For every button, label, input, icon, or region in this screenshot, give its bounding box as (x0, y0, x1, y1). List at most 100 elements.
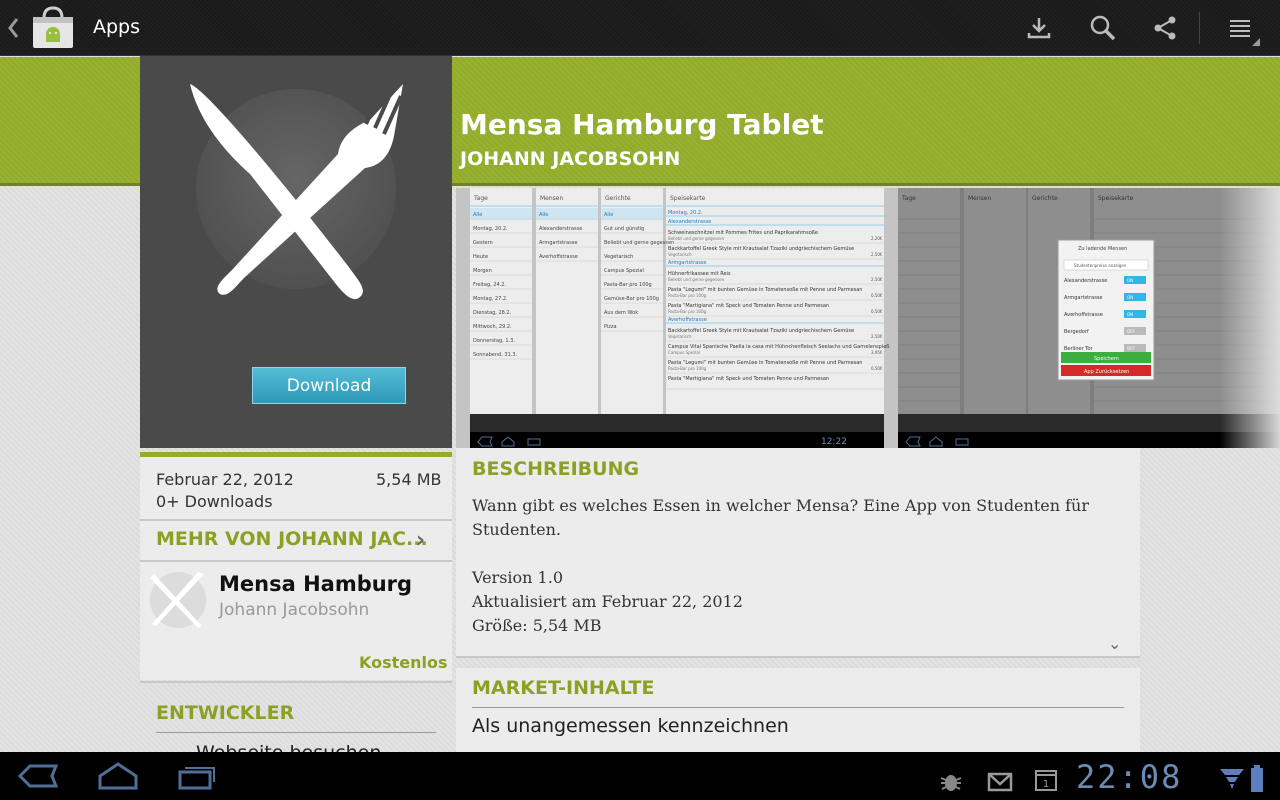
release-date: Februar 22, 2012 (156, 470, 294, 489)
screenshot-dish-category: Pasta-Bar pro 100g (604, 282, 652, 288)
info-card (140, 457, 452, 680)
screenshot-day-item: Dienstag, 28.2. (473, 310, 512, 316)
divider (140, 681, 452, 683)
share-icon (1154, 16, 1176, 40)
screenshot-dish-category: Gemüse-Bar pro 100g (604, 296, 659, 302)
screenshot-day-item: Sonnabend, 31.3. (473, 352, 518, 358)
recent-apps-icon[interactable] (176, 760, 220, 792)
screenshot-save-label: Speichern (1094, 356, 1119, 362)
screenshot-1[interactable]: Tage Mensen Gerichte Speisekarte Alle Montag,… (456, 188, 906, 448)
screenshot-column-header: Gerichte (605, 195, 631, 202)
screenshot-dish-category: Alle (604, 212, 613, 218)
screenshot-mensa-item: Averhoffstrasse (539, 254, 578, 260)
screenshot-day-item: Donnerstag, 1.3. (473, 338, 515, 344)
screenshot-dialog-toggle-state: OFF (1127, 329, 1135, 334)
screenshot-menu-item-category: Pasta-Bar pro 100g (668, 309, 707, 314)
screenshot-day-item: Mittwoch, 29.2. (473, 324, 512, 330)
screenshot-day-item: Gestern (473, 240, 493, 246)
screenshot-menu-item-price: 0,50€ (871, 366, 883, 371)
overflow-menu-button[interactable] (1218, 8, 1262, 48)
screenshot-mensa-item: Armgartstrasse (539, 240, 577, 246)
download-button[interactable] (1017, 8, 1061, 48)
screenshot-menu-item-category: Pasta-Bar pro 100g (668, 293, 707, 298)
screenshot-action-row (470, 414, 884, 432)
download-button[interactable]: Download (252, 367, 406, 404)
screenshot-day-item: Freitag, 24.2. (473, 282, 506, 288)
download-icon (1027, 18, 1051, 39)
screenshot-day-item: Montag, 20.2. (473, 226, 508, 232)
up-chevron-icon[interactable] (4, 14, 22, 42)
screenshot-column-header: Speisekarte (670, 195, 706, 202)
divider (456, 656, 1140, 658)
screenshot-day-item: Morgen (473, 268, 492, 274)
screenshot-menu-item: Campus Vital Spanische Paella la casa mi… (668, 344, 889, 350)
screenshot-column-header: Tage (901, 195, 916, 202)
description-line: Größe: 5,54 MB (472, 616, 602, 635)
screenshot-dialog-toggle-label: Alexanderstrasse (1064, 278, 1107, 284)
screenshot-column-header: Gerichte (1032, 195, 1058, 202)
flag-inappropriate-link[interactable]: Als unangemessen kennzeichnen (472, 715, 789, 737)
download-count: 0+ Downloads (156, 492, 273, 511)
screenshot-dish-category: Vegetarisch (604, 254, 633, 260)
cutlery-icon (190, 84, 403, 300)
share-button[interactable] (1143, 8, 1187, 48)
calendar-day: 1 (1043, 779, 1049, 790)
description-line: Aktualisiert am Februar 22, 2012 (472, 592, 743, 611)
related-app-icon[interactable] (148, 570, 208, 630)
chevron-right-icon[interactable]: › (416, 528, 425, 553)
calendar-icon[interactable]: 1 (1034, 764, 1058, 796)
gmail-icon[interactable] (987, 766, 1013, 798)
screenshot-dialog-toggle-label: Berliner Tor (1064, 346, 1093, 352)
app-developer-link[interactable]: JOHANN JACOBSOHN (460, 148, 680, 170)
screenshot-column (898, 188, 960, 414)
screenshot-menu-header: Averhoffstrasse (668, 317, 707, 323)
screenshot-menu-header: Alexanderstrasse (668, 219, 711, 225)
screenshot-menu-item-category: Campus Spezial (668, 350, 700, 355)
divider (140, 519, 452, 521)
description-line: Studenten. (472, 520, 561, 539)
screenshot-dialog-toggle-state: ON (1127, 295, 1133, 300)
divider (156, 732, 436, 733)
screenshot-menu-item-category: Beliebt und gerne gegessen (668, 277, 725, 282)
screenshot-dish-category: Beliebt und gerne gegessen (604, 240, 674, 246)
screenshot-column-header: Tage (473, 195, 488, 202)
description-line: Wann gibt es welches Essen in welcher Me… (472, 496, 1089, 515)
app-title: Mensa Hamburg Tablet (460, 108, 824, 141)
screenshot-dish-category: Aus dem Wok (604, 310, 638, 316)
description-line (472, 542, 1092, 566)
market-bag-icon[interactable] (30, 6, 76, 50)
screenshot-day-item: Montag, 27.2. (473, 296, 508, 302)
related-app-developer: Johann Jacobsohn (219, 600, 370, 620)
screenshot-dialog-toggle-state: OFF (1127, 346, 1135, 351)
gallery-fade (1220, 188, 1280, 448)
screenshot-menu-item-price: 2,50€ (871, 277, 883, 282)
divider (140, 560, 452, 562)
screenshot-column-header: Mensen (968, 195, 991, 202)
related-app-price: Kostenlos (359, 653, 448, 672)
related-app-title[interactable]: Mensa Hamburg (219, 572, 412, 596)
battery-icon[interactable] (1250, 763, 1264, 795)
debug-icon[interactable] (938, 765, 964, 797)
screenshot-day-item: Heute (473, 254, 488, 260)
wifi-icon[interactable] (1218, 764, 1246, 796)
screenshot-dialog-toggle-state: ON (1127, 312, 1133, 317)
expand-chevron-icon[interactable]: ⌄ (1108, 634, 1121, 653)
screenshot-dialog-title: Zu ladende Mensen (1078, 246, 1127, 252)
screenshot-menu-item: Backkartoffel Greek Style mit Krautsalat… (668, 328, 854, 334)
screenshot-column-header: Speisekarte (1098, 195, 1134, 202)
file-size: 5,54 MB (376, 470, 442, 489)
screenshot-menu-item-category: Pasta-Bar pro 100g (668, 366, 707, 371)
back-icon[interactable] (16, 760, 60, 792)
menu-corner-indicator (1252, 38, 1260, 46)
developer-heading: ENTWICKLER (156, 702, 295, 724)
search-icon (1090, 15, 1116, 41)
screenshot-menu-item-price: 2,50€ (871, 252, 883, 257)
screenshot-menu-item-price: 0,50€ (871, 293, 883, 298)
screenshot-column (964, 188, 1026, 414)
screenshot-gallery[interactable]: Tage Mensen Gerichte Speisekarte Alle Montag,… (456, 188, 1280, 448)
screenshot-dialog-toggle-label: Armgartstrasse (1064, 295, 1102, 301)
home-icon[interactable] (96, 760, 140, 792)
more-from-developer-link[interactable]: MEHR VON JOHANN JAC... (156, 528, 428, 550)
overflow-menu-icon (1230, 20, 1250, 37)
search-button[interactable] (1081, 8, 1125, 48)
